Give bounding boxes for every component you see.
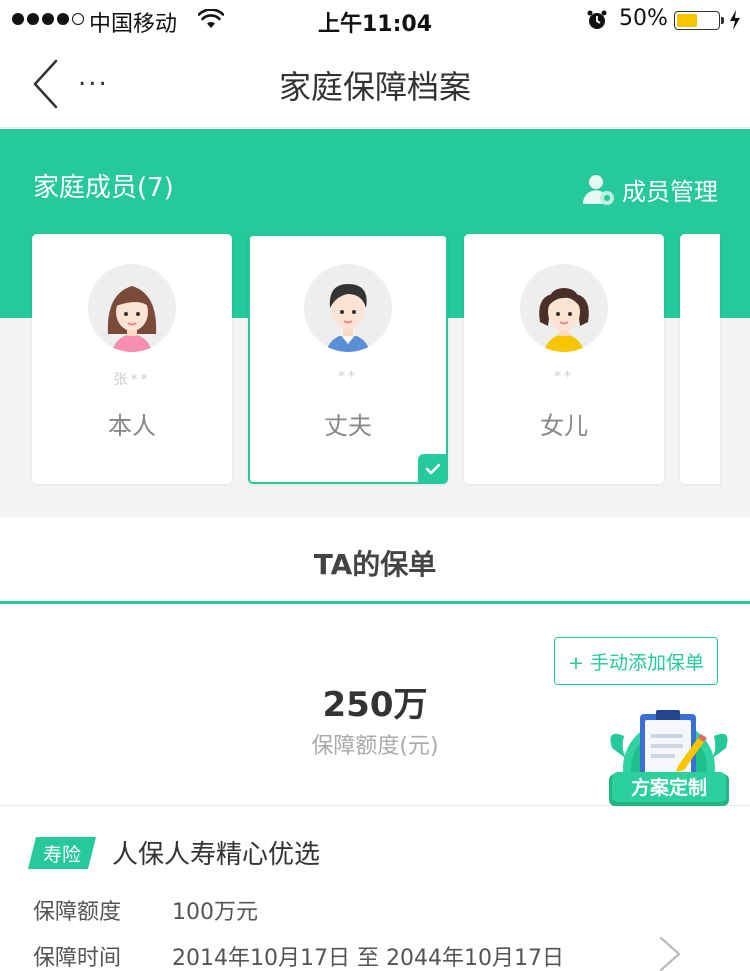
- member-card-husband[interactable]: ** 丈夫: [248, 234, 448, 484]
- charging-bolt-icon: [730, 10, 740, 30]
- tab-policies[interactable]: TA的保单: [0, 517, 750, 604]
- policy-type-tag: 寿险: [28, 837, 96, 869]
- man-avatar: [304, 264, 392, 352]
- member-role: 丈夫: [324, 412, 372, 440]
- tab-label: TA的保单: [313, 548, 437, 581]
- period-label: 保障时间: [33, 946, 122, 971]
- member-card-daughter[interactable]: ** 女儿: [464, 234, 664, 484]
- member-name: **: [554, 369, 574, 385]
- member-management-button[interactable]: 成员管理: [582, 172, 718, 207]
- battery-percent: 50%: [619, 6, 668, 31]
- period-value: 2014年10月17日 至 2044年10月17日: [172, 946, 564, 971]
- member-name: 张**: [113, 372, 151, 388]
- member-management-label: 成员管理: [622, 178, 718, 206]
- custom-plan-label: 方案定制: [631, 776, 707, 799]
- member-name: **: [338, 369, 358, 385]
- family-members-title: 家庭成员(7): [33, 173, 174, 203]
- member-role: 女儿: [540, 412, 588, 440]
- user-settings-icon: [582, 174, 614, 205]
- chevron-right-icon[interactable]: [657, 934, 683, 971]
- policy-type-label: 寿险: [42, 843, 81, 866]
- status-bar: 中国移动 上午11:04 50%: [0, 0, 750, 40]
- girl-avatar: [520, 264, 608, 352]
- policy-name: 人保人寿精心优选: [112, 840, 321, 870]
- alarm-icon: [587, 10, 607, 29]
- navigation-bar: ... 家庭保障档案: [0, 40, 750, 128]
- coverage-value: 100万元: [172, 900, 258, 925]
- member-card-next[interactable]: [680, 234, 720, 484]
- member-role: 本人: [108, 412, 156, 440]
- battery-icon: [674, 11, 720, 30]
- member-card-self[interactable]: 张** 本人: [32, 234, 232, 484]
- policy-item[interactable]: 寿险 人保人寿精心优选 保障额度 100万元 保障时间 2014年10月17日 …: [0, 806, 750, 971]
- custom-plan-badge[interactable]: 方案定制: [606, 708, 732, 820]
- coverage-label: 保障额度: [33, 900, 122, 925]
- selected-checkmark-icon: [418, 454, 446, 482]
- page-title: 家庭保障档案: [278, 68, 471, 106]
- woman-avatar: [88, 264, 176, 352]
